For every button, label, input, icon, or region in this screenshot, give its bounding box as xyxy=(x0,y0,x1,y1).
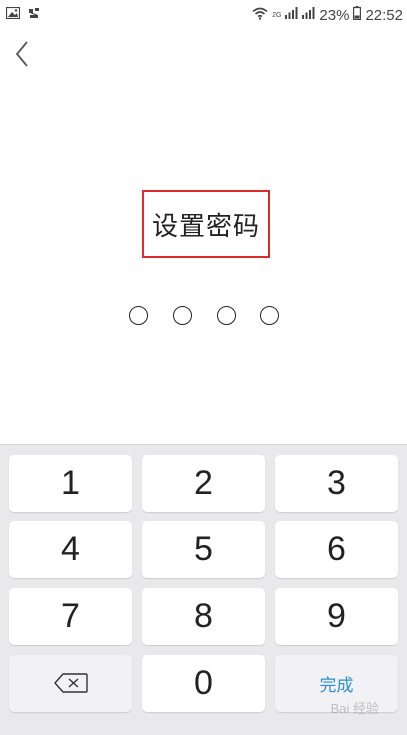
pin-dot xyxy=(173,306,192,325)
key-7[interactable]: 7 xyxy=(9,588,132,645)
signal-icon xyxy=(285,7,298,23)
key-5[interactable]: 5 xyxy=(142,521,265,578)
network-type-label: 2G xyxy=(272,11,282,19)
done-button[interactable]: 完成 xyxy=(275,655,398,712)
signal-icon xyxy=(302,7,315,23)
key-6[interactable]: 6 xyxy=(275,521,398,578)
numeric-keypad: 1 2 3 4 5 6 7 8 9 0 完成 xyxy=(0,444,407,735)
backspace-icon xyxy=(53,664,89,703)
back-button[interactable] xyxy=(10,40,34,72)
pin-indicator xyxy=(0,306,407,330)
key-4[interactable]: 4 xyxy=(9,521,132,578)
backspace-button[interactable] xyxy=(9,655,132,712)
status-bar: 2G 23% 22:52 xyxy=(0,0,407,30)
title-highlight-box: 设置密码 xyxy=(142,190,270,258)
status-right: 2G 23% 22:52 xyxy=(252,6,403,24)
page-title: 设置密码 xyxy=(151,211,260,242)
pin-dot xyxy=(217,306,236,325)
key-1[interactable]: 1 xyxy=(9,455,132,512)
key-3[interactable]: 3 xyxy=(275,455,398,512)
pin-dot xyxy=(129,306,148,325)
key-0[interactable]: 0 xyxy=(142,655,265,712)
key-9[interactable]: 9 xyxy=(275,588,398,645)
battery-percent: 23% xyxy=(319,6,350,24)
clock-time: 22:52 xyxy=(365,6,403,24)
key-8[interactable]: 8 xyxy=(142,588,265,645)
status-left xyxy=(5,6,40,23)
image-icon xyxy=(5,6,21,23)
notification-icon xyxy=(28,7,40,23)
pin-dot xyxy=(260,306,279,325)
screen: 2G 23% 22:52 设置密码 1 2 3 4 5 6 7 8 9 0 完成… xyxy=(0,0,407,735)
chevron-left-icon xyxy=(15,41,29,71)
key-2[interactable]: 2 xyxy=(142,455,265,512)
wifi-icon xyxy=(252,7,268,24)
battery-icon xyxy=(353,6,362,24)
